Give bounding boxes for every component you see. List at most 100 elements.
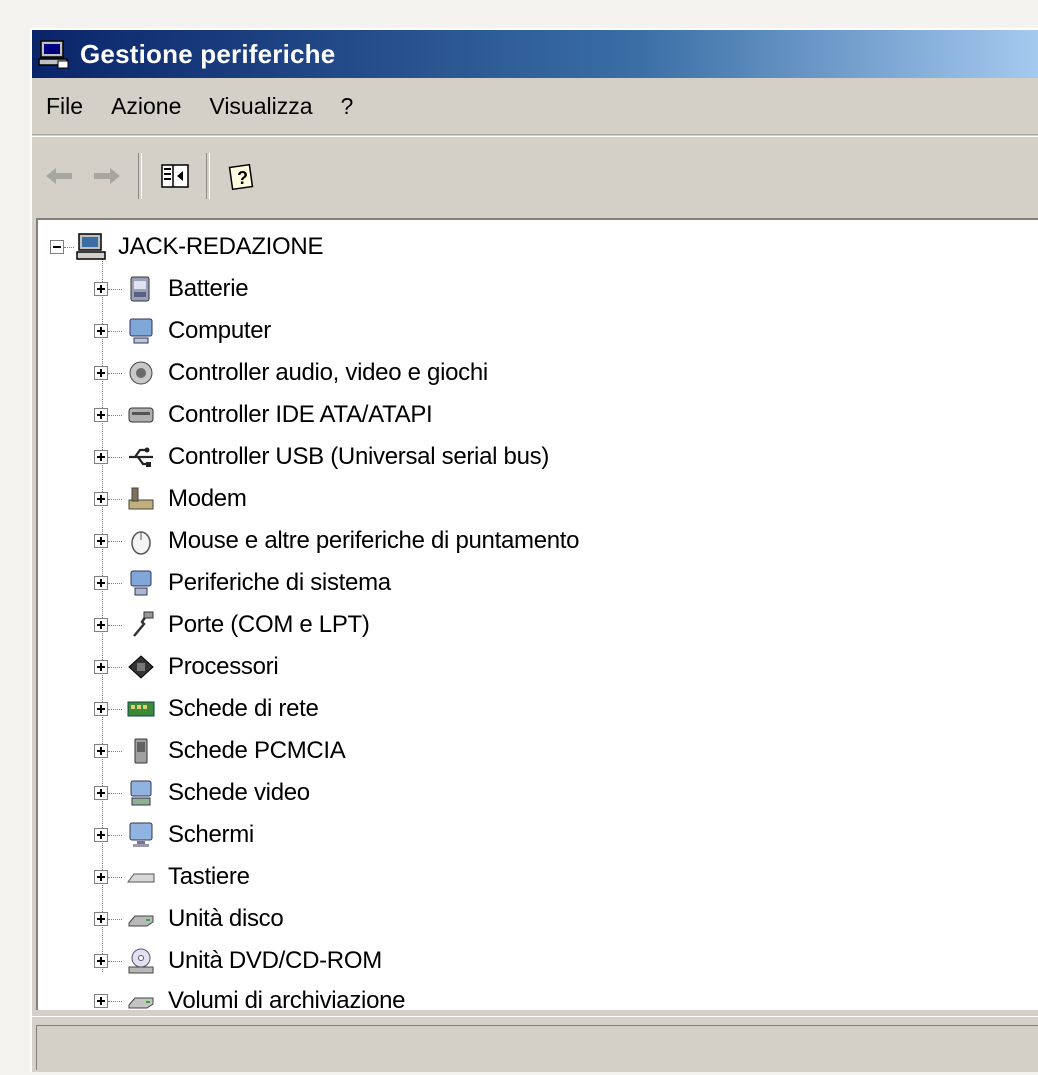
expand-toggle[interactable] bbox=[94, 576, 108, 590]
expand-toggle[interactable] bbox=[94, 744, 108, 758]
tree-connector bbox=[108, 583, 122, 584]
device-tree[interactable]: JACK-REDAZIONE Batterie Computer Control… bbox=[36, 218, 1038, 1010]
expand-toggle[interactable] bbox=[94, 408, 108, 422]
tree-item-controller-usb[interactable]: Controller USB (Universal serial bus) bbox=[94, 436, 549, 478]
tree-item-schermi[interactable]: Schermi bbox=[94, 814, 254, 856]
tree-item-label: Porte (COM e LPT) bbox=[168, 611, 370, 638]
tree-connector bbox=[108, 415, 122, 416]
computer-icon bbox=[124, 314, 158, 348]
collapse-toggle[interactable] bbox=[50, 240, 64, 254]
storage-volume-icon bbox=[124, 984, 158, 1010]
audio-icon bbox=[124, 356, 158, 390]
tree-root[interactable]: JACK-REDAZIONE bbox=[50, 226, 323, 268]
modem-icon bbox=[124, 482, 158, 516]
tree-item-computer[interactable]: Computer bbox=[94, 310, 271, 352]
menu-azione[interactable]: Azione bbox=[97, 86, 195, 126]
tree-item-processori[interactable]: Processori bbox=[94, 646, 279, 688]
expand-toggle[interactable] bbox=[94, 534, 108, 548]
tree-item-unita-dvd[interactable]: Unità DVD/CD-ROM bbox=[94, 940, 382, 982]
tree-item-volumi[interactable]: Volumi di archiviazione bbox=[94, 980, 406, 1010]
toolbar-separator bbox=[206, 153, 210, 199]
menu-file[interactable]: File bbox=[32, 86, 97, 126]
ide-controller-icon bbox=[124, 398, 158, 432]
tree-connector bbox=[108, 835, 122, 836]
tree-item-label: Computer bbox=[168, 317, 271, 344]
expand-toggle[interactable] bbox=[94, 492, 108, 506]
tree-root-label: JACK-REDAZIONE bbox=[118, 233, 324, 260]
back-arrow-icon[interactable] bbox=[38, 155, 80, 197]
tree-item-label: Schermi bbox=[168, 821, 254, 848]
expand-toggle[interactable] bbox=[94, 994, 108, 1008]
port-icon bbox=[124, 608, 158, 642]
tree-connector bbox=[64, 247, 74, 248]
system-device-icon bbox=[124, 566, 158, 600]
tree-item-schede-pcmcia[interactable]: Schede PCMCIA bbox=[94, 730, 346, 772]
tree-item-schede-video[interactable]: Schede video bbox=[94, 772, 310, 814]
menu-visualizza[interactable]: Visualizza bbox=[195, 86, 326, 126]
tree-connector bbox=[108, 709, 122, 710]
tree-connector bbox=[108, 877, 122, 878]
help-icon[interactable]: ? bbox=[222, 155, 264, 197]
processor-icon bbox=[124, 650, 158, 684]
tree-item-porte[interactable]: Porte (COM e LPT) bbox=[94, 604, 370, 646]
window-title: Gestione periferiche bbox=[80, 38, 336, 69]
expand-toggle[interactable] bbox=[94, 702, 108, 716]
tree-item-label: Unità disco bbox=[168, 905, 284, 932]
tree-item-controller-ide[interactable]: Controller IDE ATA/ATAPI bbox=[94, 394, 433, 436]
tree-item-controller-audio[interactable]: Controller audio, video e giochi bbox=[94, 352, 488, 394]
expand-toggle[interactable] bbox=[94, 870, 108, 884]
tree-item-modem[interactable]: Modem bbox=[94, 478, 247, 520]
tree-item-mouse[interactable]: Mouse e altre periferiche di puntamento bbox=[94, 520, 580, 562]
expand-toggle[interactable] bbox=[94, 954, 108, 968]
tree-item-label: Unità DVD/CD-ROM bbox=[168, 947, 382, 974]
menu-bar: File Azione Visualizza ? bbox=[32, 78, 1038, 135]
expand-toggle[interactable] bbox=[94, 912, 108, 926]
network-card-icon bbox=[124, 692, 158, 726]
expand-toggle[interactable] bbox=[94, 618, 108, 632]
status-panel bbox=[36, 1025, 1038, 1070]
disk-drive-icon bbox=[124, 902, 158, 936]
tree-item-schede-rete[interactable]: Schede di rete bbox=[94, 688, 319, 730]
tree-connector bbox=[108, 625, 122, 626]
mouse-icon bbox=[124, 524, 158, 558]
expand-toggle[interactable] bbox=[94, 660, 108, 674]
tree-connector bbox=[108, 457, 122, 458]
dvd-drive-icon bbox=[124, 944, 158, 978]
tree-item-tastiere[interactable]: Tastiere bbox=[94, 856, 250, 898]
menu-help[interactable]: ? bbox=[327, 86, 368, 126]
battery-icon bbox=[124, 272, 158, 306]
tree-connector bbox=[108, 793, 122, 794]
device-manager-window: Gestione periferiche File Azione Visuali… bbox=[30, 28, 1038, 1072]
tree-connector bbox=[108, 961, 122, 962]
tree-connector bbox=[108, 373, 122, 374]
forward-arrow-icon[interactable] bbox=[86, 155, 128, 197]
expand-toggle[interactable] bbox=[94, 324, 108, 338]
tree-item-label: Batterie bbox=[168, 275, 249, 302]
tree-item-label: Controller IDE ATA/ATAPI bbox=[168, 401, 433, 428]
display-adapter-icon bbox=[124, 776, 158, 810]
tree-item-label: Tastiere bbox=[168, 863, 250, 890]
show-hide-console-tree-icon[interactable] bbox=[154, 155, 196, 197]
svg-text:?: ? bbox=[237, 168, 248, 188]
expand-toggle[interactable] bbox=[94, 828, 108, 842]
title-bar[interactable]: Gestione periferiche bbox=[32, 30, 1038, 78]
tree-item-unita-disco[interactable]: Unità disco bbox=[94, 898, 284, 940]
tree-connector bbox=[108, 541, 122, 542]
tree-item-label: Controller USB (Universal serial bus) bbox=[168, 443, 550, 470]
tree-item-batterie[interactable]: Batterie bbox=[94, 268, 249, 310]
expand-toggle[interactable] bbox=[94, 366, 108, 380]
device-manager-icon bbox=[36, 37, 72, 71]
tree-item-periferiche-sistema[interactable]: Periferiche di sistema bbox=[94, 562, 391, 604]
computer-icon bbox=[74, 230, 108, 264]
monitor-icon bbox=[124, 818, 158, 852]
expand-toggle[interactable] bbox=[94, 450, 108, 464]
tree-item-label: Volumi di archiviazione bbox=[168, 987, 406, 1010]
expand-toggle[interactable] bbox=[94, 786, 108, 800]
tree-item-label: Mouse e altre periferiche di puntamento bbox=[168, 527, 580, 554]
tree-connector bbox=[108, 751, 122, 752]
tree-item-label: Schede di rete bbox=[168, 695, 319, 722]
status-bar bbox=[32, 1016, 1038, 1075]
tree-item-label: Periferiche di sistema bbox=[168, 569, 391, 596]
expand-toggle[interactable] bbox=[94, 282, 108, 296]
tree-item-label: Schede PCMCIA bbox=[168, 737, 346, 764]
